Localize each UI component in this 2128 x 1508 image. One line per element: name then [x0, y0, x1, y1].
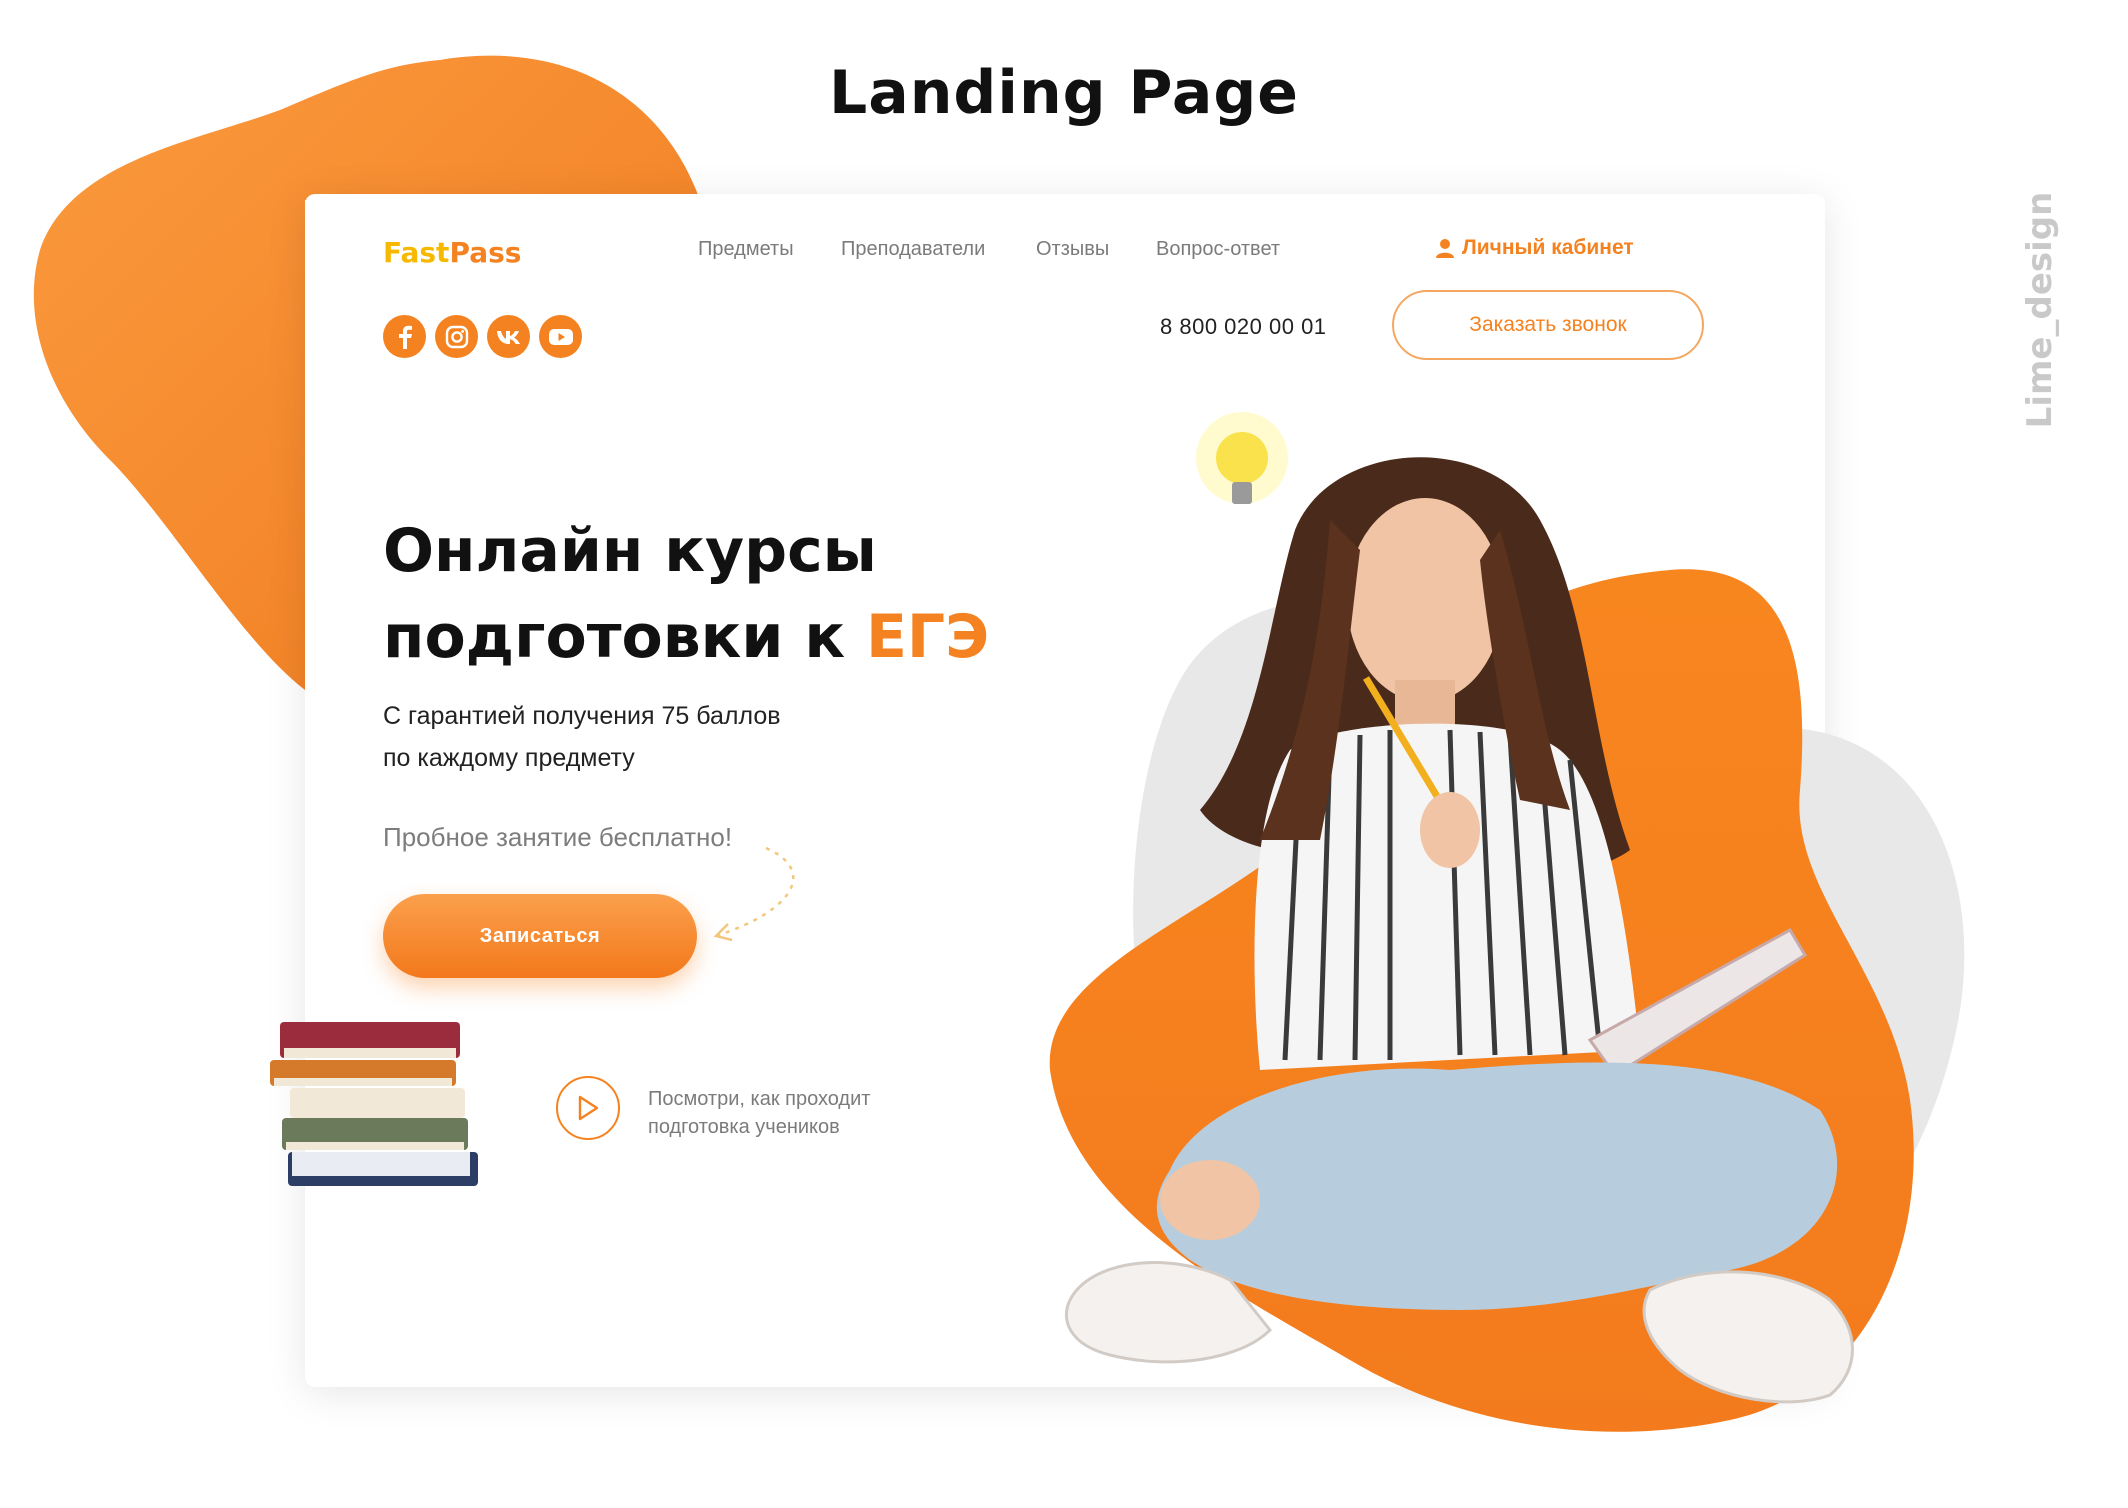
- facebook-icon[interactable]: [383, 315, 426, 358]
- watermark: Lime_design: [2020, 191, 2060, 429]
- light-bulb-icon: [1196, 412, 1288, 504]
- request-call-button[interactable]: Заказать звонок: [1392, 290, 1704, 360]
- play-icon: [578, 1095, 599, 1121]
- hero-title: Онлайн курсы подготовки к ЕГЭ: [383, 516, 990, 672]
- video-caption: Посмотри, как проходит подготовка ученик…: [648, 1088, 871, 1138]
- nav-item-faq[interactable]: Вопрос-ответ: [1156, 238, 1280, 261]
- logo[interactable]: FastPass: [383, 236, 521, 269]
- personal-account-link[interactable]: Личный кабинет: [1436, 236, 1634, 260]
- hero-illustration: [1049, 412, 1965, 1432]
- personal-account-label: Личный кабинет: [1462, 236, 1634, 259]
- hero-subtitle: С гарантией получения 75 баллов по каждо…: [383, 702, 781, 772]
- phone-number[interactable]: 8 800 020 00 01: [1160, 314, 1327, 340]
- page-heading: Landing Page: [829, 58, 1299, 128]
- user-icon: [1436, 239, 1454, 258]
- vk-icon[interactable]: [487, 315, 530, 358]
- instagram-icon[interactable]: [435, 315, 478, 358]
- hero-title-accent: ЕГЭ: [865, 602, 990, 672]
- play-video-button[interactable]: [556, 1076, 620, 1140]
- books-stack-image: [270, 1022, 478, 1186]
- social-links: [383, 315, 582, 358]
- signup-button[interactable]: Записаться: [383, 894, 697, 978]
- free-trial-text: Пробное занятие бесплатно!: [383, 822, 733, 852]
- youtube-icon[interactable]: [539, 315, 582, 358]
- nav-item-subjects[interactable]: Предметы: [698, 238, 794, 261]
- nav-item-reviews[interactable]: Отзывы: [1036, 238, 1109, 261]
- nav-item-teachers[interactable]: Преподаватели: [841, 238, 985, 261]
- dotted-arrow-icon: [713, 846, 795, 942]
